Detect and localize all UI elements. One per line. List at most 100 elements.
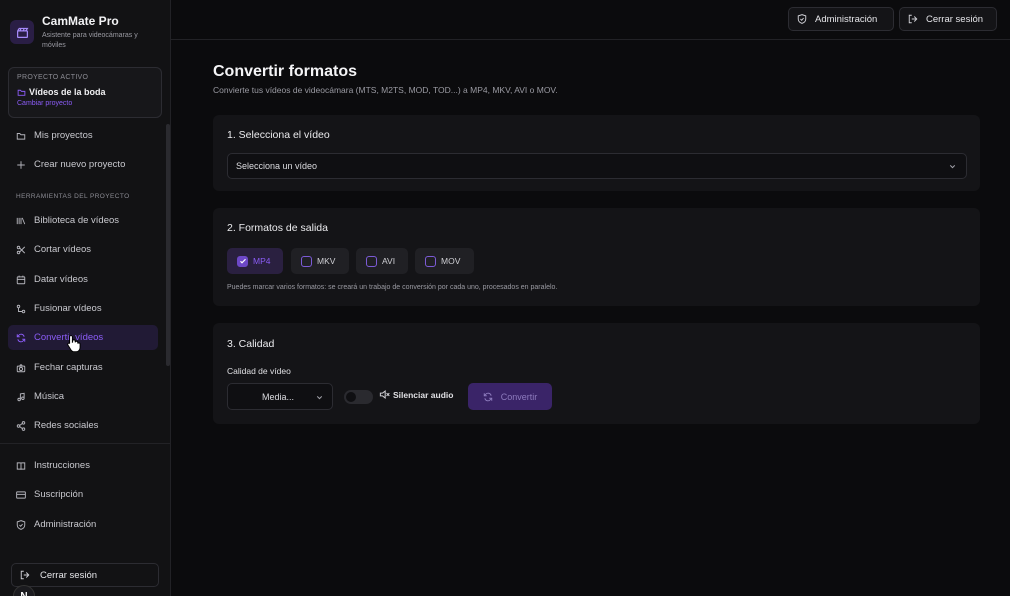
format-label: AVI xyxy=(382,256,396,266)
page-title: Convertir formatos xyxy=(213,63,358,80)
sidebar-item-label: Crear nuevo proyecto xyxy=(34,159,126,170)
toggle-knob xyxy=(346,392,356,402)
logout-button[interactable]: Cerrar sesión xyxy=(899,7,997,31)
quality-label: Calidad de vídeo xyxy=(227,366,291,376)
step-title: 1. Selecciona el vídeo xyxy=(227,129,330,141)
sidebar-item-label: Redes sociales xyxy=(34,420,99,431)
sidebar-item-label: Mis proyectos xyxy=(34,130,93,141)
plus-icon xyxy=(17,160,25,169)
sidebar-item-label: Administración xyxy=(34,519,97,530)
change-project-link[interactable]: Cambiar proyecto xyxy=(17,100,72,107)
library-icon xyxy=(16,217,26,224)
brand: CamMate Pro Asistente para videocámaras … xyxy=(10,14,165,54)
video-select[interactable]: Selecciona un vídeo xyxy=(227,153,967,179)
calendar-icon xyxy=(16,275,26,284)
step-output-formats-card: 2. Formatos de salida MP4 MKV AVI MOV Pu… xyxy=(213,208,980,306)
shield-icon xyxy=(16,519,26,530)
app-title: CamMate Pro xyxy=(42,14,119,28)
active-project-name-text: Vídeos de la boda xyxy=(29,87,106,97)
mute-audio-toggle[interactable] xyxy=(344,390,373,404)
sidebar-item-label: Cortar vídeos xyxy=(34,244,92,255)
top-bar: Administración Cerrar sesión xyxy=(171,0,1010,40)
shield-icon xyxy=(797,14,807,24)
clapperboard-icon xyxy=(10,20,34,44)
format-option-mov[interactable]: MOV xyxy=(415,248,474,274)
sidebar-item-convert[interactable]: Convertir vídeos xyxy=(8,325,158,350)
sidebar-logout-button[interactable]: Cerrar sesión xyxy=(11,563,159,587)
check-icon xyxy=(239,258,246,264)
sidebar-item-cut[interactable]: Cortar vídeos xyxy=(8,237,158,262)
sidebar-item-new-project[interactable]: Crear nuevo proyecto xyxy=(8,152,158,177)
scissors-icon xyxy=(16,245,26,254)
format-label: MKV xyxy=(317,256,336,266)
sidebar-item-music[interactable]: Música xyxy=(8,384,158,409)
checkbox[interactable] xyxy=(366,255,377,267)
volume-mute-icon xyxy=(379,390,390,399)
logout-icon xyxy=(20,570,30,580)
share-icon xyxy=(16,420,26,431)
chevron-down-icon xyxy=(949,165,956,169)
sidebar-item-merge[interactable]: Fusionar vídeos xyxy=(8,296,158,321)
step-quality-card: 3. Calidad Calidad de vídeo Media... Sil… xyxy=(213,323,980,424)
sidebar-scrollbar[interactable] xyxy=(166,124,170,366)
sidebar-item-label: Fusionar vídeos xyxy=(34,303,102,314)
checkbox[interactable] xyxy=(237,255,248,267)
mute-audio-label-group: Silenciar audio xyxy=(379,389,453,400)
folder-icon xyxy=(17,89,26,96)
sidebar-section-label: HERRAMIENTAS DEL PROYECTO xyxy=(16,193,130,200)
quality-select[interactable]: Media... xyxy=(227,383,333,410)
sidebar-item-social[interactable]: Redes sociales xyxy=(8,413,158,438)
sidebar: CamMate Pro Asistente para videocámaras … xyxy=(0,0,171,596)
sidebar-item-subscription[interactable]: Suscripción xyxy=(8,482,158,507)
merge-icon xyxy=(16,304,26,313)
music-icon xyxy=(17,392,25,401)
sidebar-item-label: Instrucciones xyxy=(34,460,90,471)
book-icon xyxy=(16,461,26,470)
active-project-kicker: PROYECTO ACTIVO xyxy=(17,74,89,81)
credit-card-icon xyxy=(16,490,26,499)
mute-audio-label: Silenciar audio xyxy=(393,389,454,400)
sidebar-divider xyxy=(0,443,170,444)
checkbox[interactable] xyxy=(301,255,312,267)
sidebar-item-my-projects[interactable]: Mis proyectos xyxy=(8,123,158,148)
camera-icon xyxy=(16,363,26,372)
hand-cursor-icon xyxy=(67,334,81,352)
admin-button[interactable]: Administración xyxy=(788,7,894,31)
app-subtitle: Asistente para videocámaras y móviles xyxy=(42,32,138,49)
checkbox[interactable] xyxy=(425,255,436,267)
folder-icon xyxy=(16,132,26,140)
format-option-mkv[interactable]: MKV xyxy=(291,248,349,274)
format-label: MP4 xyxy=(253,256,271,266)
convert-button-label: Convertir xyxy=(500,391,538,402)
sidebar-item-date[interactable]: Datar vídeos xyxy=(8,267,158,292)
page-subtitle: Convierte tus vídeos de videocámara (MTS… xyxy=(213,85,558,95)
active-project-card: PROYECTO ACTIVO Vídeos de la boda Cambia… xyxy=(8,67,162,118)
video-select-value: Selecciona un vídeo xyxy=(236,161,318,171)
logout-icon xyxy=(908,14,918,24)
formats-hint: Puedes marcar varios formatos: se creará… xyxy=(227,284,558,291)
sidebar-item-label: Datar vídeos xyxy=(34,274,88,285)
format-option-mp4[interactable]: MP4 xyxy=(227,248,283,274)
sidebar-logout-label: Cerrar sesión xyxy=(40,569,98,581)
sidebar-item-instructions[interactable]: Instrucciones xyxy=(8,453,158,478)
quality-select-value: Media... xyxy=(262,391,295,402)
logout-button-label: Cerrar sesión xyxy=(926,13,984,25)
format-option-avi[interactable]: AVI xyxy=(356,248,408,274)
step-title: 3. Calidad xyxy=(227,338,275,350)
sidebar-item-label: Suscripción xyxy=(34,489,84,500)
step-title: 2. Formatos de salida xyxy=(227,222,328,234)
sidebar-item-library[interactable]: Biblioteca de vídeos xyxy=(8,208,158,233)
chevron-down-icon xyxy=(316,396,323,400)
refresh-icon xyxy=(16,333,26,342)
admin-button-label: Administración xyxy=(815,13,878,25)
sidebar-item-label: Biblioteca de vídeos xyxy=(34,215,120,226)
step-select-video-card: 1. Selecciona el vídeo Selecciona un víd… xyxy=(213,115,980,191)
convert-button[interactable]: Convertir xyxy=(468,383,552,410)
sidebar-item-captures[interactable]: Fechar capturas xyxy=(8,355,158,380)
refresh-icon xyxy=(483,392,492,401)
sidebar-item-label: Fechar capturas xyxy=(34,362,103,373)
format-label: MOV xyxy=(441,256,461,266)
sidebar-item-label: Música xyxy=(34,391,65,402)
sidebar-item-admin[interactable]: Administración xyxy=(8,512,158,537)
active-project-name: Vídeos de la boda xyxy=(17,87,106,97)
